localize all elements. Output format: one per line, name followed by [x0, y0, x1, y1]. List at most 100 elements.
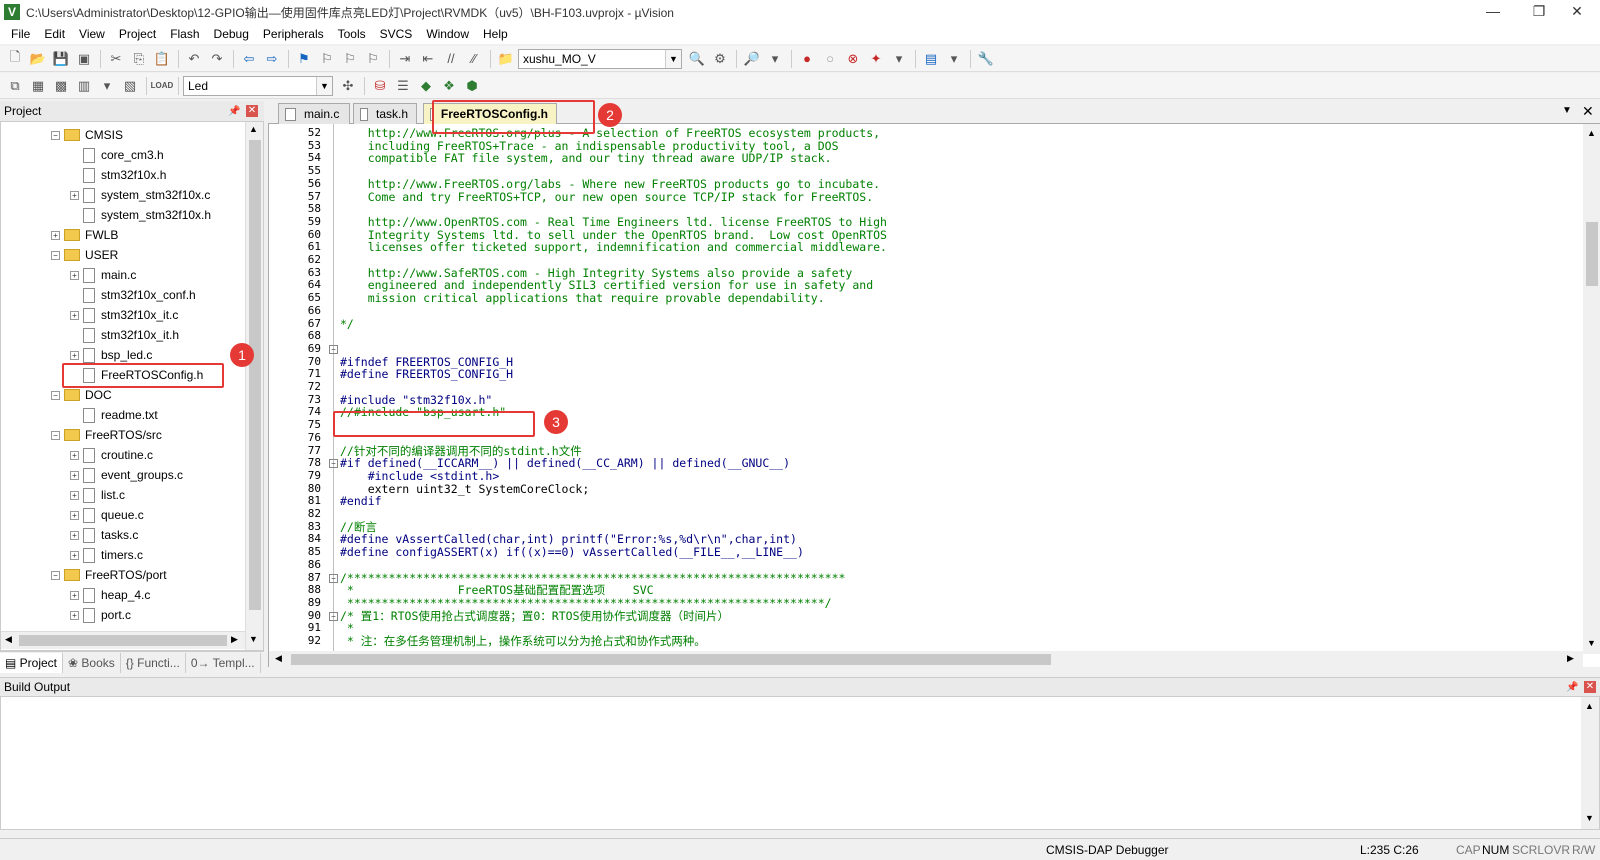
undo-icon[interactable]: ↶	[183, 48, 205, 70]
code-line[interactable]: http://www.FreeRTOS.org/labs - Where new…	[340, 178, 880, 191]
configure-wrench-icon[interactable]: 🔧	[975, 48, 997, 70]
collapse-icon[interactable]: −	[51, 430, 60, 440]
redo-icon[interactable]: ↷	[206, 48, 228, 70]
expand-icon[interactable]: +	[70, 550, 79, 560]
disable-breakpoint-icon[interactable]: ○	[819, 48, 841, 70]
expand-icon[interactable]: +	[70, 530, 79, 540]
rebuild-icon[interactable]: ▩	[50, 75, 72, 97]
target-combo[interactable]: Led ▼	[183, 75, 333, 96]
tab-main-c[interactable]: main.c	[278, 103, 350, 124]
tree-file[interactable]: + bsp_led.c	[70, 345, 152, 365]
code-line[interactable]: #define configASSERT(x) if((x)==0) vAsse…	[340, 546, 804, 559]
tree-file[interactable]: + list.c	[70, 485, 125, 505]
expand-icon[interactable]: +	[51, 230, 60, 240]
bookmark-icon[interactable]: ⚑	[293, 48, 315, 70]
code-line[interactable]: ****************************************…	[340, 597, 832, 610]
stop-build-icon[interactable]: ▧	[119, 75, 141, 97]
collapse-icon[interactable]: −	[51, 570, 60, 580]
tree-folder[interactable]: − USER	[51, 245, 118, 265]
menu-edit[interactable]: Edit	[37, 24, 72, 44]
tree-folder[interactable]: − FreeRTOS/port	[51, 565, 167, 585]
find-in-files-icon[interactable]: 📁	[495, 48, 517, 70]
save-all-icon[interactable]: ▣	[73, 48, 95, 70]
expand-icon[interactable]: +	[70, 590, 79, 600]
code-line[interactable]: #endif	[340, 495, 382, 508]
cut-icon[interactable]: ✂	[105, 48, 127, 70]
open-folder-icon[interactable]: 📂	[27, 48, 49, 70]
close-icon[interactable]: ✕	[1582, 103, 1594, 120]
batch-build-icon[interactable]: ▥	[73, 75, 95, 97]
scroll-down-icon[interactable]: ▼	[1585, 813, 1594, 823]
tree-file[interactable]: core_cm3.h	[70, 145, 164, 165]
tree-folder[interactable]: − FreeRTOS/src	[51, 425, 162, 445]
code-line[interactable]: licenses offer ticketed support, indemni…	[340, 241, 887, 254]
scroll-left-icon[interactable]: ◀	[275, 653, 282, 664]
find-icon[interactable]: 🔍	[686, 48, 708, 70]
code-line[interactable]: compatible FAT file system, and our tiny…	[340, 152, 832, 165]
chevron-down-icon[interactable]: ▾	[888, 48, 910, 70]
menu-flash[interactable]: Flash	[163, 24, 206, 44]
disable-all-breakpoints-icon[interactable]: ✦	[865, 48, 887, 70]
tree-file[interactable]: + event_groups.c	[70, 465, 183, 485]
tab-task-h[interactable]: task.h	[353, 103, 417, 124]
tab-functions[interactable]: {} Functi...	[121, 652, 186, 673]
target-options-icon[interactable]: ✣	[337, 75, 359, 97]
scroll-thumb[interactable]	[19, 635, 227, 646]
fold-toggle-icon[interactable]: −	[329, 344, 338, 354]
collapse-icon[interactable]: −	[51, 130, 60, 140]
close-icon[interactable]: ✕	[246, 105, 258, 117]
minimize-button[interactable]: —	[1470, 0, 1516, 24]
code-line[interactable]: Come and try FreeRTOS+TCP, our new open …	[340, 190, 873, 204]
close-icon[interactable]: ✕	[1584, 681, 1596, 693]
select-packs-icon[interactable]: ☰	[392, 75, 414, 97]
code-line[interactable]: #if defined(__ICCARM__) || defined(__CC_…	[340, 457, 790, 470]
tree-file[interactable]: + croutine.c	[70, 445, 153, 465]
menu-view[interactable]: View	[72, 24, 112, 44]
tree-folder[interactable]: − DOC	[51, 385, 112, 405]
tree-file[interactable]: + stm32f10x_it.c	[70, 305, 178, 325]
code-line[interactable]: */	[340, 317, 354, 331]
expand-icon[interactable]: +	[70, 350, 79, 360]
expand-icon[interactable]: +	[70, 270, 79, 280]
tree-folder[interactable]: − CMSIS	[51, 125, 123, 145]
unindent-icon[interactable]: ⇤	[417, 48, 439, 70]
expand-icon[interactable]: +	[70, 450, 79, 460]
chevron-down-icon[interactable]: ▾	[943, 48, 965, 70]
expand-icon[interactable]: +	[70, 490, 79, 500]
run-time-env-icon[interactable]: ⬢	[461, 75, 483, 97]
expand-icon[interactable]: +	[70, 190, 79, 200]
find-combo[interactable]: xushu_MO_V ▼	[518, 48, 682, 69]
chevron-down-icon[interactable]: ▼	[665, 49, 681, 68]
code-line[interactable]: #define FREERTOS_CONFIG_H	[340, 368, 513, 381]
code-line[interactable]: #include <stdint.h>	[340, 470, 500, 483]
scroll-up-icon[interactable]: ▲	[1587, 128, 1596, 138]
scroll-thumb[interactable]	[249, 140, 261, 610]
tree-file[interactable]: + heap_4.c	[70, 585, 150, 605]
expand-icon[interactable]: +	[70, 510, 79, 520]
scroll-thumb[interactable]	[1586, 222, 1598, 286]
fold-toggle-icon[interactable]: −	[329, 573, 338, 583]
debug-session-icon[interactable]: 🔎	[741, 48, 763, 70]
tree-file[interactable]: + system_stm32f10x.c	[70, 185, 210, 205]
window-layout-icon[interactable]: ▤	[920, 48, 942, 70]
pin-icon[interactable]: 📌	[1566, 682, 1578, 693]
chevron-down-icon[interactable]: ▾	[764, 48, 786, 70]
tree-file[interactable]: + main.c	[70, 265, 136, 285]
build-vertical-scrollbar[interactable]: ▲ ▼	[1581, 697, 1599, 829]
code-editor[interactable]: 52 53 54 55 56 57 58 59 60 61 62 63 64 65 66 67 68 69 70 71…	[268, 124, 1600, 667]
expand-icon[interactable]: +	[70, 310, 79, 320]
menu-window[interactable]: Window	[419, 24, 476, 44]
manage-rte-icon[interactable]: ❖	[438, 75, 460, 97]
tree-file[interactable]: + queue.c	[70, 505, 144, 525]
navigate-forward-icon[interactable]: ⇨	[261, 48, 283, 70]
tab-books[interactable]: ❀ Books	[63, 652, 121, 673]
tab-list-chevron-icon[interactable]: ▼	[1562, 105, 1572, 116]
code-line[interactable]: * 注：在多任务管理机制上，操作系统可以分为抢占式和协作式两种。	[340, 635, 706, 648]
tree-file[interactable]: system_stm32f10x.h	[70, 205, 211, 225]
scroll-left-icon[interactable]: ◀	[5, 634, 12, 645]
fold-toggle-icon[interactable]: −	[329, 459, 338, 469]
project-vertical-scrollbar[interactable]: ▲ ▼	[245, 122, 263, 650]
new-file-icon[interactable]: 🗋	[4, 48, 26, 70]
tree-file[interactable]: stm32f10x.h	[70, 165, 166, 185]
load-download-icon[interactable]: LOAD	[151, 75, 174, 97]
